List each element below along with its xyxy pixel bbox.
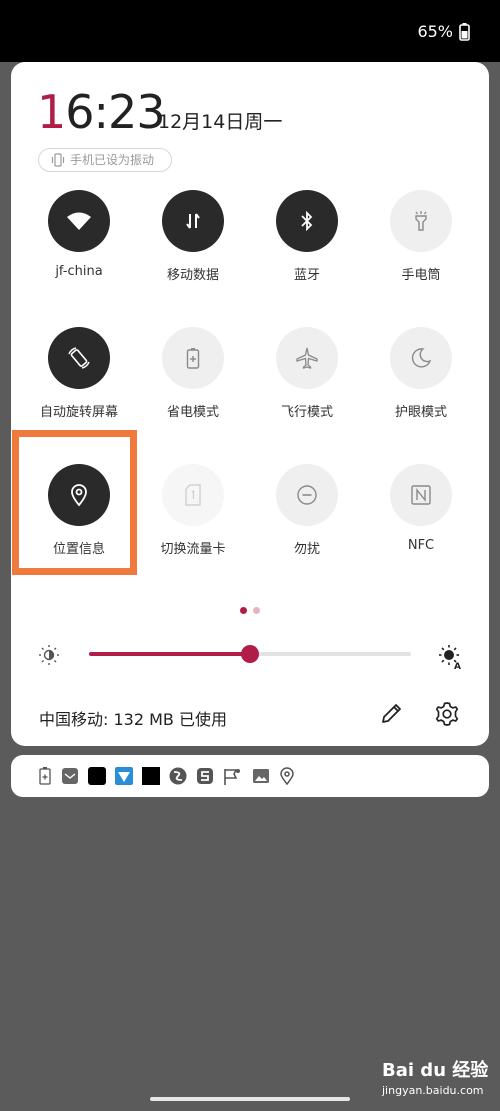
tile-switch-sim-toggle — [162, 464, 224, 526]
tile-battery-saver[interactable]: 省电模式 — [136, 327, 250, 439]
tile-wifi-label: jf-china — [55, 264, 103, 279]
flag-app-icon — [224, 769, 240, 785]
swirl-app-icon — [169, 767, 187, 785]
bluetooth-icon — [301, 211, 313, 231]
app-icon — [88, 767, 106, 785]
tile-mobile-data-label: 移动数据 — [166, 268, 219, 283]
brightness-auto-letter: A — [454, 662, 461, 670]
airplane-icon — [296, 347, 318, 369]
gear-icon[interactable] — [433, 700, 461, 728]
quick-settings-panel: 16:23 12月14日周一 手机已设为振动 jf-china 移动数据 蓝牙 … — [11, 62, 489, 746]
watermark-sub: jingyan.baidu.com — [382, 1084, 484, 1097]
status-bar: 65% — [0, 0, 500, 62]
notification-icon-strip[interactable] — [11, 755, 489, 797]
clock-time-rest: 6:23 — [65, 85, 165, 139]
clock-date: 12月14日周一 — [158, 111, 283, 133]
tile-mobile-data[interactable]: 移动数据 — [136, 190, 250, 302]
tile-flashlight-toggle[interactable] — [390, 190, 452, 252]
tile-switch-sim-label: 切换流量卡 — [160, 542, 226, 557]
clock-hour-first-digit: 1 — [37, 85, 66, 139]
tile-flashlight-label: 手电筒 — [401, 268, 441, 283]
mail-icon — [62, 768, 78, 784]
home-indicator[interactable] — [150, 1097, 350, 1101]
tile-do-not-disturb[interactable]: 勿扰 — [250, 464, 364, 576]
tile-auto-rotate-label: 自动旋转屏幕 — [39, 405, 118, 420]
tile-auto-rotate-toggle[interactable] — [48, 327, 110, 389]
battery-saver-icon — [186, 348, 200, 369]
tile-eye-comfort[interactable]: 护眼模式 — [364, 327, 478, 439]
tile-wifi-toggle[interactable] — [48, 190, 110, 252]
tile-nfc-toggle[interactable] — [390, 464, 452, 526]
brightness-slider-thumb[interactable] — [241, 645, 259, 663]
tile-airplane-toggle[interactable] — [276, 327, 338, 389]
tile-wifi[interactable]: jf-china — [22, 190, 136, 302]
baidu-jingyan-watermark: Bai du 经验 jingyan.baidu.com — [382, 1056, 492, 1102]
tile-auto-rotate[interactable]: 自动旋转屏幕 — [22, 327, 136, 439]
tile-switch-sim: 切换流量卡 — [136, 464, 250, 576]
tile-bluetooth[interactable]: 蓝牙 — [250, 190, 364, 302]
ticket-app-icon — [115, 767, 133, 785]
tile-nfc[interactable]: NFC — [364, 464, 478, 576]
tile-do-not-disturb-toggle[interactable] — [276, 464, 338, 526]
vibrate-mode-label: 手机已设为振动 — [70, 153, 155, 167]
tile-bluetooth-toggle[interactable] — [276, 190, 338, 252]
pencil-icon[interactable] — [379, 700, 405, 726]
brightness-low-icon — [39, 645, 59, 665]
page-dot-active — [240, 607, 247, 614]
moon-icon — [411, 348, 432, 368]
wifi-icon — [67, 212, 91, 230]
tile-do-not-disturb-label: 勿扰 — [293, 542, 320, 557]
vibrate-mode-pill[interactable]: 手机已设为振动 — [38, 148, 172, 172]
clock-time: 16:23 — [37, 84, 166, 140]
tile-battery-saver-toggle[interactable] — [162, 327, 224, 389]
flashlight-icon — [415, 211, 427, 231]
brightness-slider-row: A — [11, 642, 489, 672]
tile-nfc-label: NFC — [407, 538, 435, 553]
s-app-icon — [197, 768, 213, 784]
tile-mobile-data-toggle[interactable] — [162, 190, 224, 252]
brightness-slider-fill — [89, 652, 250, 656]
vibrate-icon — [51, 153, 65, 167]
nfc-icon — [411, 485, 431, 505]
auto-rotate-icon — [68, 347, 90, 369]
tile-flashlight[interactable]: 手电筒 — [364, 190, 478, 302]
do-not-disturb-icon — [297, 485, 317, 505]
page-indicator — [240, 607, 260, 615]
data-usage-text: 中国移动: 132 MB 已使用 — [39, 710, 227, 729]
location-icon — [280, 767, 294, 786]
highlight-annotation-box — [12, 430, 137, 575]
battery-percent: 65% — [417, 22, 453, 41]
tile-eye-comfort-label: 护眼模式 — [394, 405, 447, 420]
tile-airplane[interactable]: 飞行模式 — [250, 327, 364, 439]
mobile-data-icon — [186, 213, 200, 229]
tile-eye-comfort-toggle[interactable] — [390, 327, 452, 389]
tile-airplane-label: 飞行模式 — [280, 405, 333, 420]
page-dot-inactive — [253, 607, 260, 614]
sim-card-icon — [185, 484, 201, 506]
battery-saver-icon — [39, 767, 51, 785]
gallery-icon — [253, 769, 269, 783]
tile-bluetooth-label: 蓝牙 — [293, 268, 320, 283]
app-icon — [142, 767, 160, 785]
watermark-main: Bai du 经验 — [382, 1060, 489, 1081]
brightness-slider[interactable] — [89, 645, 411, 663]
brightness-auto-icon[interactable]: A — [438, 644, 464, 670]
tile-battery-saver-label: 省电模式 — [166, 405, 219, 420]
battery-icon — [459, 23, 470, 41]
